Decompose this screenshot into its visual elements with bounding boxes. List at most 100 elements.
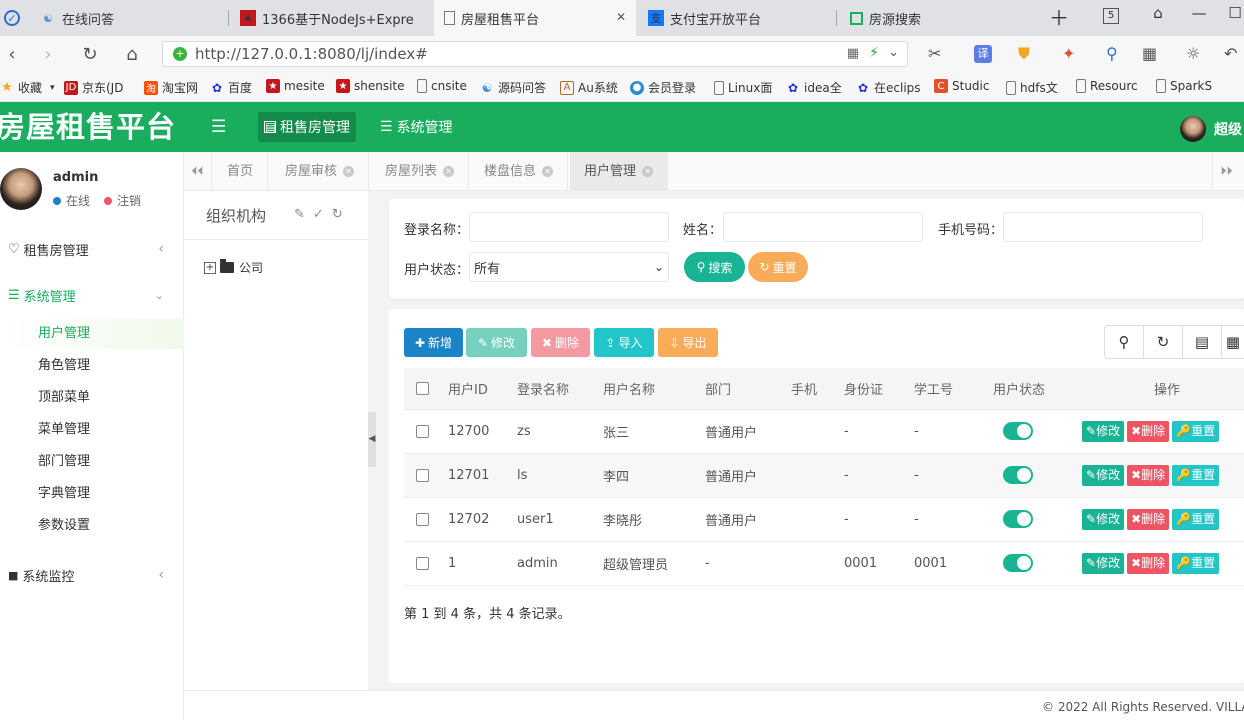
add-button[interactable]: ✚ 新增 [404,328,463,357]
tab-house-audit[interactable]: 房屋审核 ✕ [271,152,370,191]
delete-button[interactable]: ✖ 删除 [531,328,590,357]
col-login-name[interactable]: 登录名称 [509,368,595,410]
browser-menu-button[interactable]: ✓ [0,0,30,36]
sidebar-item-dict-manage[interactable]: 字典管理 [0,479,184,509]
top-menu-system-manage[interactable]: ☰ 系统管理 [374,112,459,142]
sidebar-group-rent[interactable]: ♡ 租售房管理 ‹ [0,234,184,264]
chevron-down-icon[interactable]: ⌄ [888,45,899,60]
undo-icon[interactable]: ↶ [1224,44,1237,63]
col-user-status[interactable]: 用户状态 [985,368,1082,410]
status-toggle[interactable] [985,497,1082,542]
refresh-icon[interactable]: ↻ [332,207,351,222]
col-student-no[interactable]: 学工号 [906,368,985,410]
bookmark-item[interactable]: ★ mesite [266,79,325,93]
browser-tab[interactable]: 房源搜索 [840,0,1040,36]
bookmark-item[interactable]: ★ shensite [336,79,405,93]
name-input[interactable] [723,212,923,242]
col-idcard[interactable]: 身份证 [836,368,906,410]
check-icon[interactable]: ✓ [313,207,332,222]
select-all-checkbox[interactable] [404,368,440,410]
bookmark-item[interactable]: SparkS [1156,79,1212,93]
col-user-name[interactable]: 用户名称 [595,368,697,410]
expand-icon[interactable]: + [204,261,216,274]
browser-tab[interactable]: ★ 1366基于NodeJs+Expre [230,0,432,36]
bookmark-item[interactable]: Resourc [1076,79,1138,93]
row-delete-button[interactable]: ✖删除 [1127,420,1170,442]
search-icon[interactable]: ⚲ [1106,44,1118,63]
export-button[interactable]: ⇩ 导出 [658,328,718,357]
shield-icon[interactable]: ⛊ [1018,44,1030,64]
import-button[interactable]: ⇪ 导入 [594,328,654,357]
search-button[interactable]: ⚲ 搜索 [684,252,745,282]
header-user[interactable]: 超级 [1180,116,1242,142]
top-menu-rent-manage[interactable]: ▤ 租售房管理 [258,112,356,142]
game-icon[interactable]: ✦ [1062,44,1075,63]
bookmark-item[interactable]: 淘淘宝网 [144,79,198,96]
tree-node-company[interactable]: + 公司 [204,259,263,276]
url-field[interactable]: + http://127.0.0.1:8080/lj/index# ▦ ⚡ ⌄ [162,41,908,67]
bookmark-item[interactable]: ★ 收藏 ▾ [0,79,54,96]
edit-button[interactable]: ✎ 修改 [466,328,527,357]
qr-icon[interactable]: ▦ [847,46,859,61]
bookmark-item[interactable]: ✿ 百度 [210,79,252,96]
row-delete-button[interactable]: ✖删除 [1127,464,1170,486]
bookmark-item[interactable]: ✿ idea全 [786,79,842,96]
lightning-icon[interactable]: ⚡ [869,45,879,61]
bookmark-item[interactable]: C Studic [934,79,989,93]
row-edit-button[interactable]: ✎修改 [1082,552,1125,574]
status-select[interactable]: 所有 ⌄ [469,252,669,282]
col-user-id[interactable]: 用户ID [440,368,509,410]
phone-input[interactable] [1003,212,1203,242]
minimize-icon[interactable]: — [1184,4,1214,22]
bookmark-item[interactable]: ● 会员登录 [630,79,696,96]
tabs-scroll-right-icon[interactable]: ⏵⏵ [1212,152,1240,191]
menu-toggle-icon[interactable]: ☰ [205,112,232,142]
bookmark-item[interactable]: Linux面 [714,79,772,96]
row-delete-button[interactable]: ✖删除 [1127,552,1170,574]
status-toggle[interactable] [985,453,1082,498]
new-tab-icon[interactable]: ＋ [1044,2,1074,31]
reload-icon[interactable]: ↻ [78,42,102,66]
row-reset-button[interactable]: 🔑重置 [1172,464,1220,486]
logout-link[interactable]: 注销 [117,192,141,209]
close-icon[interactable]: ✕ [542,166,554,177]
tab-home[interactable]: 首页 [213,152,269,191]
close-icon[interactable]: ✕ [343,166,355,177]
forward-icon[interactable]: › [36,42,60,66]
bookmark-item[interactable]: cnsite [417,79,467,93]
bookmark-item[interactable]: hdfs文 [1006,79,1058,96]
bookmark-item[interactable]: JD 京东(JD [64,79,123,96]
browser-tab[interactable]: 支 支付宝开放平台 [638,0,834,36]
tab-building-info[interactable]: 楼盘信息 ✕ [470,152,569,191]
col-dept[interactable]: 部门 [697,368,783,410]
status-toggle[interactable] [985,541,1082,586]
sidebar-item-role-manage[interactable]: 角色管理 [0,351,184,381]
row-checkbox[interactable] [404,409,440,454]
close-icon[interactable]: ✕ [642,166,654,177]
close-tab-icon[interactable]: ✕ [616,10,626,24]
row-delete-button[interactable]: ✖删除 [1127,508,1170,530]
bookmark-item[interactable]: A Au系统 [560,79,618,96]
row-edit-button[interactable]: ✎修改 [1082,420,1125,442]
tab-user-manage[interactable]: 用户管理 ✕ [570,152,669,191]
tab-count-badge[interactable]: 5 [1103,8,1119,24]
table-search-icon[interactable]: ⚲ [1104,325,1144,359]
translate-icon[interactable]: 译 [974,45,992,63]
browser-tab-active[interactable]: 房屋租售平台 ✕ [434,0,636,36]
row-edit-button[interactable]: ✎修改 [1082,508,1125,530]
sidebar-item-user-manage[interactable]: 用户管理 [0,319,184,349]
bookmark-item[interactable]: ☯ 源码问答 [480,79,546,96]
sidebar-item-menu-manage[interactable]: 菜单管理 [0,415,184,445]
tabs-scroll-left-icon[interactable]: ⏴⏴ [184,152,212,191]
home-icon[interactable]: ⌂ [120,42,144,66]
login-name-input[interactable] [469,212,669,242]
row-reset-button[interactable]: 🔑重置 [1172,552,1220,574]
row-checkbox[interactable] [404,497,440,542]
table-grid-icon[interactable]: ▦ [1221,325,1244,359]
browser-tab[interactable]: ☯ 在线问答 [30,0,228,36]
row-checkbox[interactable] [404,541,440,586]
sidebar-item-dept-manage[interactable]: 部门管理 [0,447,184,477]
brightness-icon[interactable]: ☼ [1186,44,1200,63]
table-refresh-icon[interactable]: ↻ [1143,325,1183,359]
col-phone[interactable]: 手机 [783,368,836,410]
